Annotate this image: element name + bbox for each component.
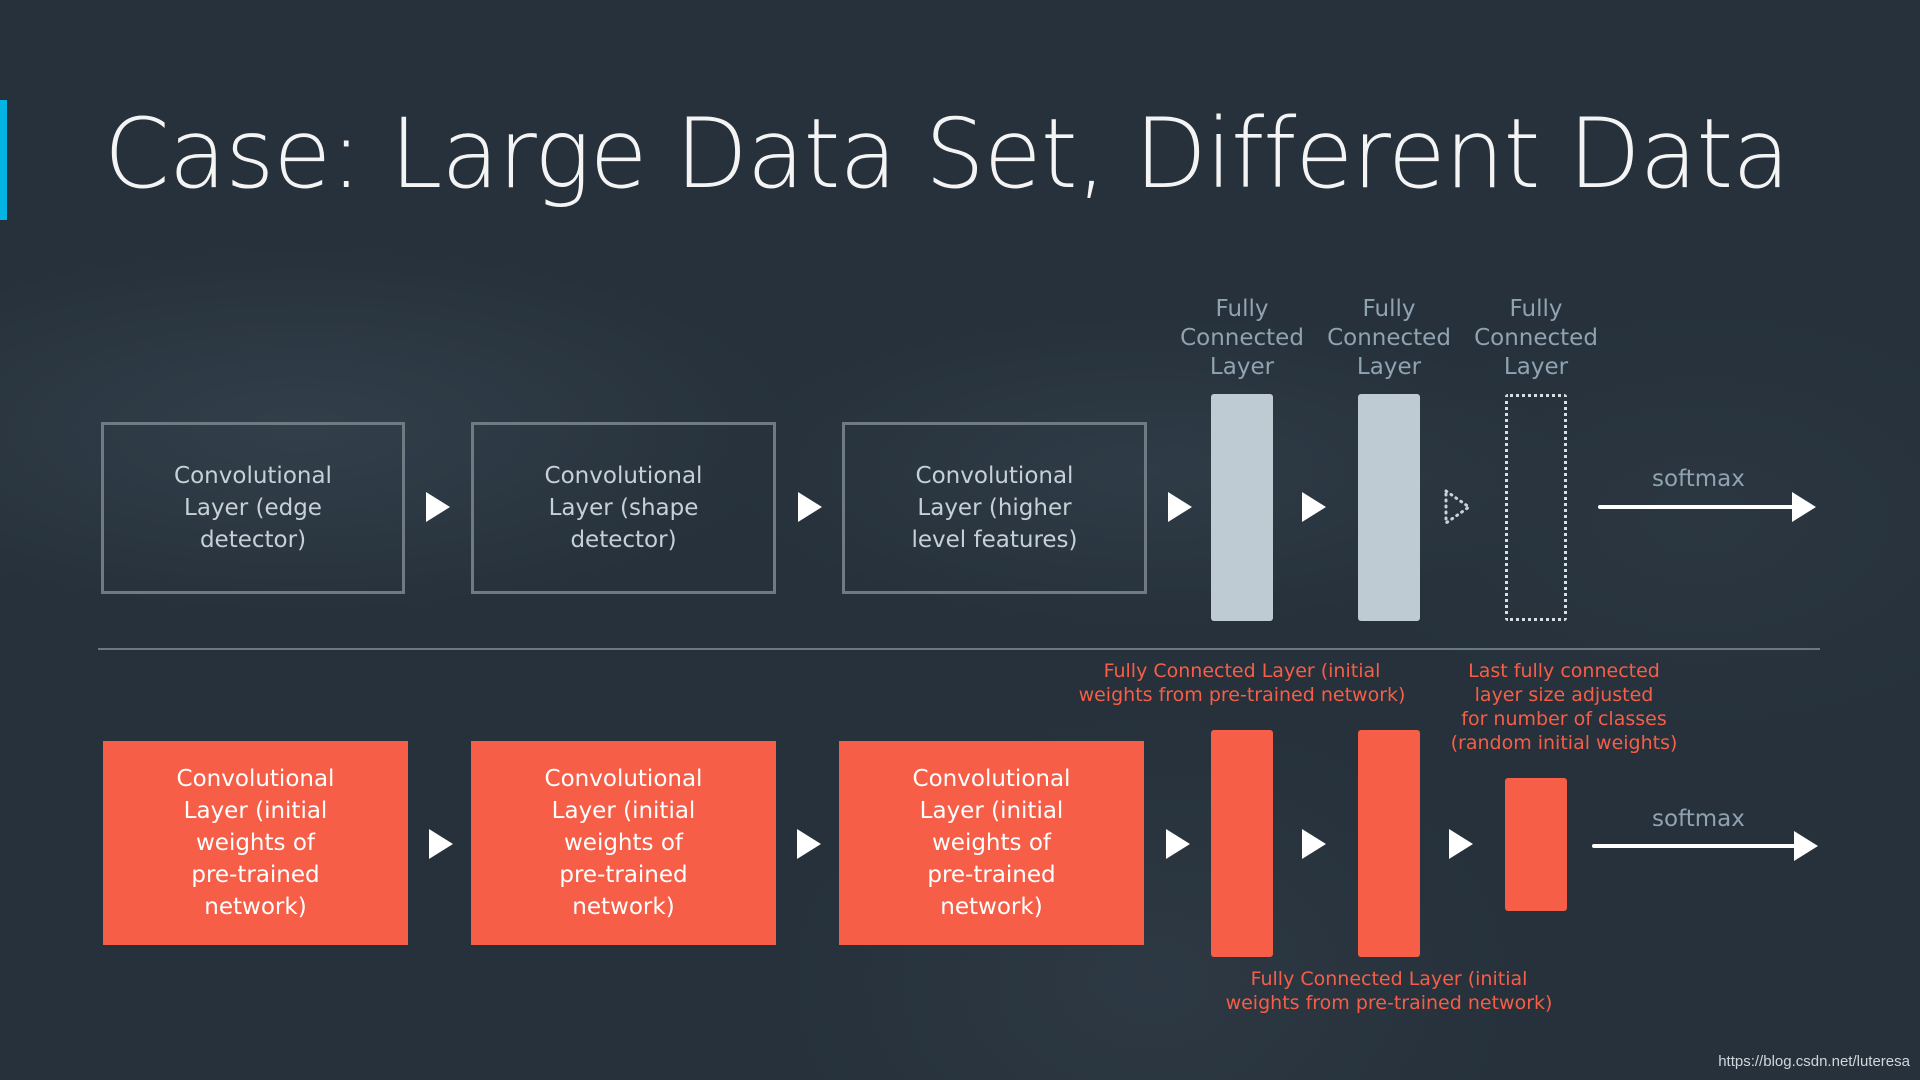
flow-arrow-icon (1302, 829, 1326, 859)
top-conv-label: Convolutional Layer (higher level featur… (911, 463, 1078, 553)
top-fc-label: Fully Connected Layer (1180, 296, 1304, 380)
bottom-fc-layer-1 (1211, 730, 1273, 957)
flow-arrow-icon (1168, 492, 1192, 522)
slide-title: Case: Large Data Set, Different Data (104, 98, 1790, 210)
top-conv-label: Convolutional Layer (edge detector) (174, 463, 332, 553)
flow-arrow-icon (1449, 829, 1473, 859)
top-conv-layer-shape: Convolutional Layer (shape detector) (471, 422, 776, 594)
softmax-arrow-line (1598, 505, 1796, 509)
title-accent-bar (0, 100, 7, 220)
annotation-fc-pretrained-top: Fully Connected Layer (initial weights f… (1078, 660, 1406, 706)
dotted-flow-arrow-icon (1444, 488, 1472, 526)
flow-arrow-icon (1166, 829, 1190, 859)
bottom-conv-layer-2: Convolutional Layer (initial weights of … (471, 741, 776, 945)
bottom-conv-label: Convolutional Layer (initial weights of … (544, 766, 703, 920)
flow-arrow-icon (797, 829, 821, 859)
softmax-arrow-line (1592, 844, 1796, 848)
watermark: https://blog.csdn.net/luteresa (1718, 1053, 1910, 1070)
top-conv-layer-higher: Convolutional Layer (higher level featur… (842, 422, 1147, 594)
top-fc-label: Fully Connected Layer (1474, 296, 1598, 380)
bottom-conv-layer-1: Convolutional Layer (initial weights of … (103, 741, 408, 945)
bottom-conv-layer-3: Convolutional Layer (initial weights of … (839, 741, 1144, 945)
softmax-arrow-icon (1794, 831, 1818, 861)
flow-arrow-icon (426, 492, 450, 522)
bottom-conv-label: Convolutional Layer (initial weights of … (176, 766, 335, 920)
flow-arrow-icon (798, 492, 822, 522)
top-fc-layer-2 (1358, 394, 1420, 621)
flow-arrow-icon (1302, 492, 1326, 522)
flow-arrow-icon (429, 829, 453, 859)
softmax-arrow-icon (1792, 492, 1816, 522)
top-fc-layer-1 (1211, 394, 1273, 621)
bottom-fc-layer-new (1505, 778, 1567, 911)
top-fc-layer-replaced (1505, 394, 1567, 621)
top-fc-label: Fully Connected Layer (1327, 296, 1451, 380)
bottom-conv-label: Convolutional Layer (initial weights of … (912, 766, 1071, 920)
annotation-fc-pretrained-bottom: Fully Connected Layer (initial weights f… (1225, 968, 1553, 1014)
bottom-fc-layer-2 (1358, 730, 1420, 957)
top-conv-layer-edge: Convolutional Layer (edge detector) (101, 422, 405, 594)
bottom-softmax-label: softmax (1652, 806, 1745, 832)
row-divider (98, 648, 1820, 650)
top-conv-label: Convolutional Layer (shape detector) (544, 463, 703, 553)
top-softmax-label: softmax (1652, 466, 1745, 492)
annotation-last-fc: Last fully connected layer size adjusted… (1450, 660, 1678, 754)
